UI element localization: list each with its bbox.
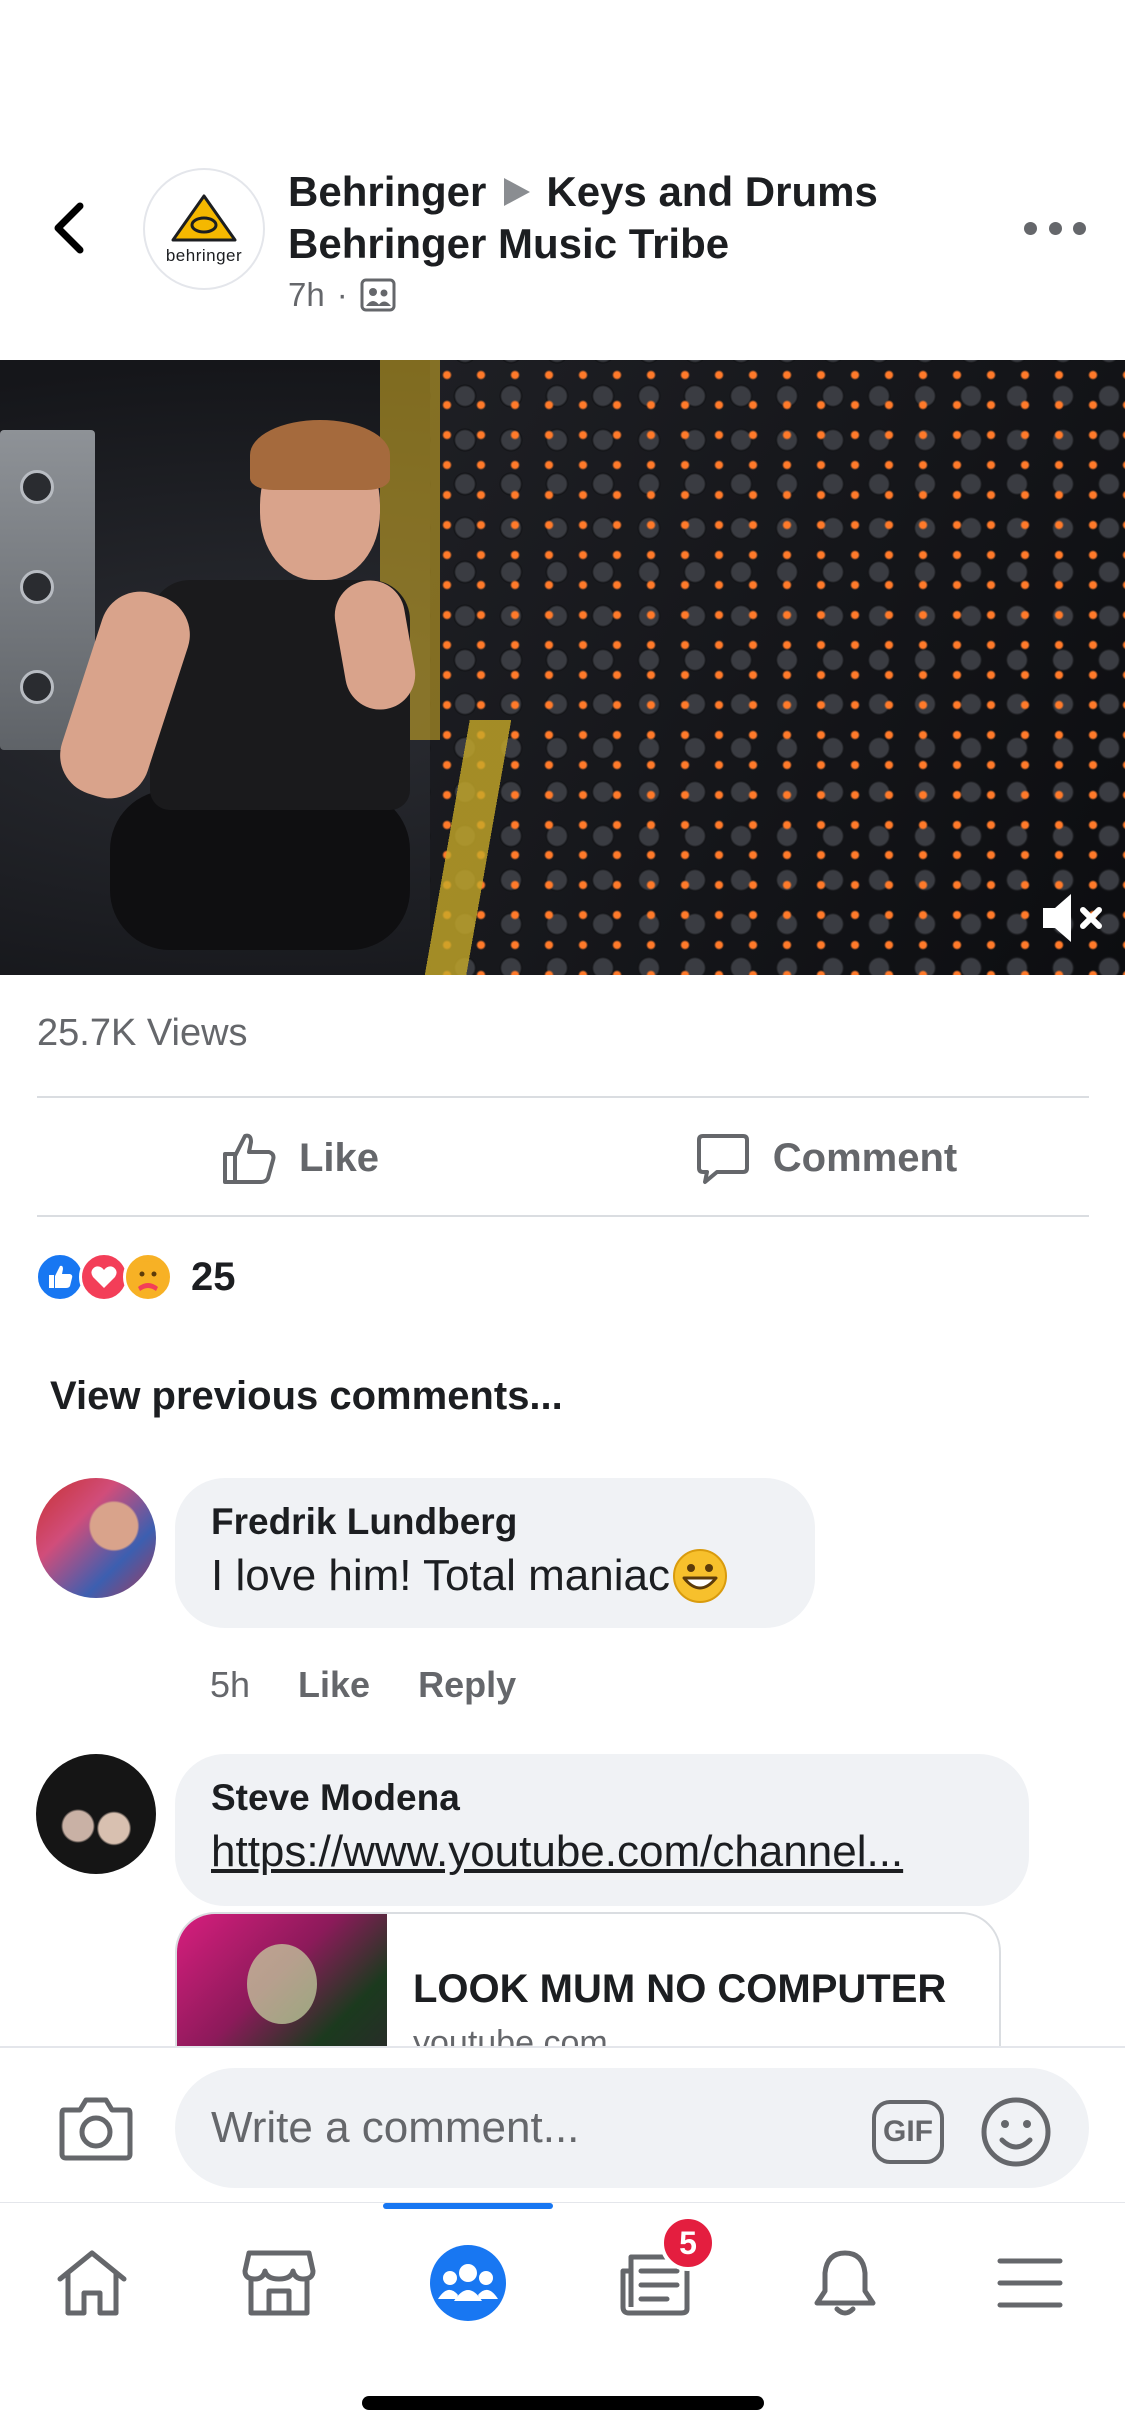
avatar[interactable] <box>36 1754 156 1874</box>
speaker-muted-icon <box>1043 894 1102 942</box>
comment-bubble: Steve Modena https://www.youtube.com/cha… <box>175 1754 1029 1906</box>
divider <box>37 1215 1089 1217</box>
comment-button[interactable]: Comment <box>563 1098 1089 1218</box>
view-count: 25.7K Views <box>37 1012 248 1054</box>
emoji-button[interactable] <box>980 2096 1052 2168</box>
comment-link[interactable]: https://www.youtube.com/channel... <box>211 1822 993 1882</box>
link-preview-title: LOOK MUM NO COMPUTER <box>413 1967 947 2011</box>
comment-icon <box>696 1134 749 1184</box>
cable-stripe <box>420 720 540 975</box>
page-avatar[interactable]: behringer <box>143 168 265 290</box>
home-icon <box>57 2250 127 2316</box>
behringer-logo-icon <box>171 194 237 242</box>
comment-composer: GIF <box>0 2046 1125 2202</box>
comment-author[interactable]: Steve Modena <box>211 1774 993 1822</box>
video-player[interactable] <box>0 360 1125 975</box>
video-person <box>49 420 430 950</box>
comment-text: I love him! Total maniac <box>211 1546 779 1606</box>
smiley-icon <box>981 2097 1051 2167</box>
more-options-button[interactable] <box>1024 210 1086 246</box>
author-name[interactable]: Behringer <box>288 166 486 218</box>
post-time: 7h <box>288 276 325 313</box>
chevron-left-icon <box>54 202 84 254</box>
like-label: Like <box>298 1135 380 1180</box>
thumbs-up-icon <box>222 1133 276 1184</box>
like-button[interactable]: Like <box>37 1098 563 1218</box>
grinning-emoji-icon <box>672 1549 727 1603</box>
post-header: behringer Behringer Keys and Drums Behri… <box>0 0 1125 360</box>
tab-menu[interactable] <box>970 2233 1090 2333</box>
tab-notifications[interactable] <box>785 2233 905 2333</box>
comment-time: 5h <box>210 1664 251 1705</box>
groups-icon <box>430 2245 506 2321</box>
title-line-1: Behringer Keys and Drums <box>288 166 1008 218</box>
tab-marketplace[interactable] <box>219 2233 339 2333</box>
mute-button[interactable] <box>1037 883 1107 953</box>
more-dot-icon <box>1073 221 1086 235</box>
tab-groups[interactable] <box>408 2233 528 2333</box>
comment-reply-button[interactable]: Reply <box>418 1664 516 1706</box>
love-reaction-icon <box>79 1252 129 1302</box>
gif-button[interactable]: GIF <box>872 2100 944 2164</box>
camera-button[interactable] <box>58 2096 134 2162</box>
title-line-2: Behringer Music Tribe <box>288 218 1008 270</box>
care-reaction-icon <box>123 1252 173 1302</box>
marketplace-icon <box>242 2250 316 2316</box>
active-tab-indicator <box>383 2203 553 2209</box>
comment-bubble: Fredrik Lundberg I love him! Total mania… <box>175 1478 815 1628</box>
link-preview-card[interactable]: LOOK MUM NO COMPUTER youtube.com <box>175 1912 1001 2062</box>
back-button[interactable] <box>44 195 94 261</box>
page-logo-text: behringer <box>165 246 243 265</box>
comment-author[interactable]: Fredrik Lundberg <box>211 1498 779 1546</box>
view-previous-comments-link[interactable]: View previous comments... <box>50 1374 563 1419</box>
link-preview-thumbnail <box>177 1914 387 2060</box>
link-preview-info: LOOK MUM NO COMPUTER youtube.com <box>387 1914 946 2060</box>
comment-label: Comment <box>772 1135 958 1180</box>
post-actions: Like Comment <box>37 1098 1089 1218</box>
comment-like-button[interactable]: Like <box>298 1664 370 1706</box>
play-arrow-icon <box>502 176 532 208</box>
reaction-count: 25 <box>191 1254 236 1299</box>
home-indicator <box>362 2396 764 2410</box>
reactions-summary[interactable]: 25 <box>35 1252 236 1302</box>
comment-input[interactable] <box>175 2068 1089 2188</box>
comment-meta: 5h Like Reply <box>210 1664 516 1706</box>
group-audience-icon <box>360 278 396 312</box>
camera-icon <box>59 2097 133 2161</box>
meta-separator: · <box>336 276 348 313</box>
more-dot-icon <box>1024 221 1037 235</box>
target-name[interactable]: Keys and Drums <box>546 166 877 218</box>
post-title-block: Behringer Keys and Drums Behringer Music… <box>288 166 1008 314</box>
target-subname[interactable]: Behringer Music Tribe <box>288 218 729 270</box>
post-meta: 7h · <box>288 276 1008 314</box>
like-reaction-icon <box>35 1252 85 1302</box>
avatar[interactable] <box>36 1478 156 1598</box>
more-dot-icon <box>1048 221 1062 235</box>
notification-badge: 5 <box>660 2215 716 2271</box>
comment-text-content: I love him! Total maniac <box>211 1551 670 1600</box>
tab-home[interactable] <box>32 2233 152 2333</box>
menu-icon <box>997 2258 1063 2308</box>
bell-icon <box>814 2250 876 2316</box>
